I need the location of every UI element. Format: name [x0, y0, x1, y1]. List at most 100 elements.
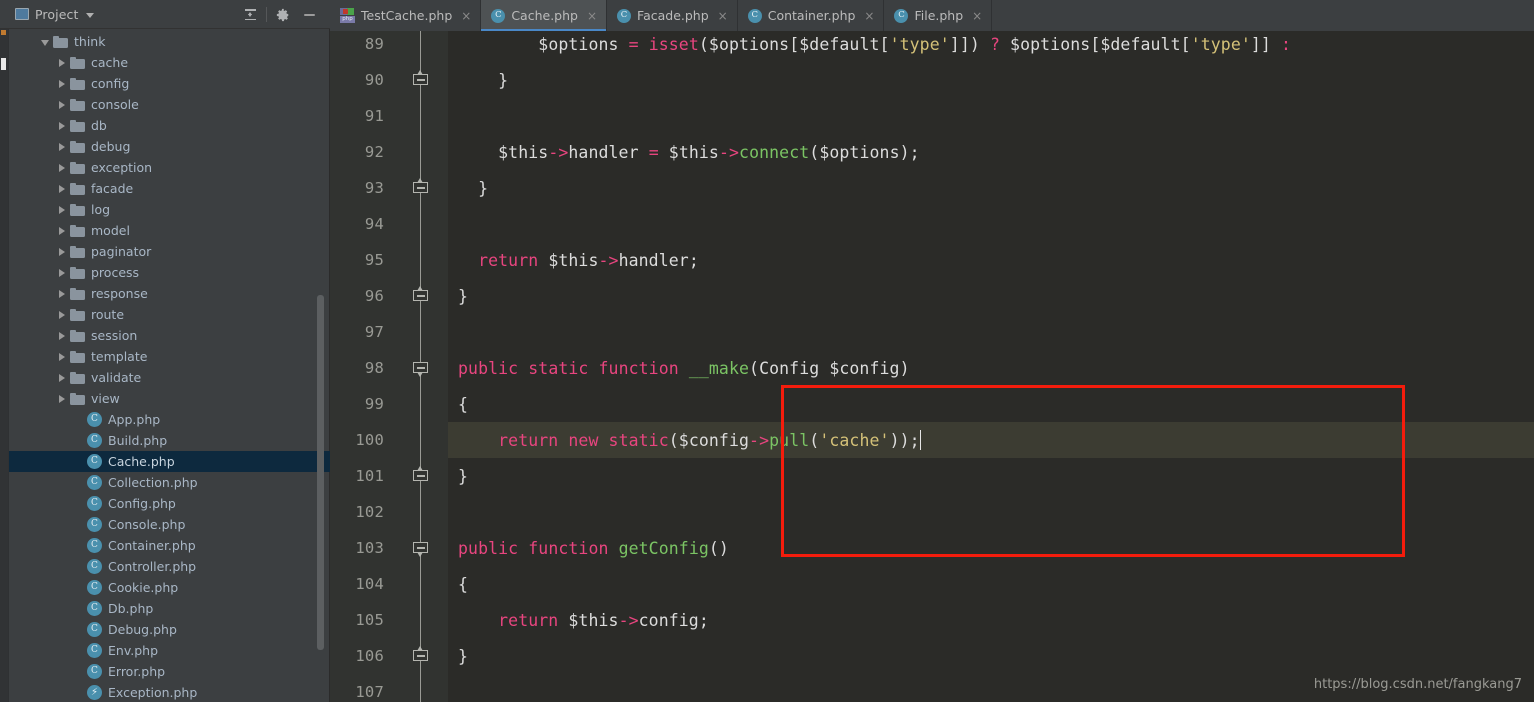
editor-tab-container-php[interactable]: C Container.php × — [738, 0, 885, 31]
expand-arrow-right-icon[interactable] — [54, 160, 70, 175]
code-editor[interactable]: 89 90 91 92 93 94 95 96 97 98 99 100 101 102 103 104 105… — [330, 31, 1534, 702]
tree-item-config-php[interactable]: C Config.php — [9, 493, 330, 514]
tree-item-collection-php[interactable]: C Collection.php — [9, 472, 330, 493]
tree-item-log[interactable]: log — [9, 199, 330, 220]
code-fold-toggle[interactable] — [413, 178, 428, 197]
code-line-103[interactable]: public function getConfig() — [448, 530, 1534, 566]
close-icon[interactable]: × — [718, 10, 728, 22]
expand-arrow-right-icon[interactable] — [54, 76, 70, 91]
close-icon[interactable]: × — [972, 10, 982, 22]
code-line-99[interactable]: { — [448, 386, 1534, 422]
expand-arrow-right-icon[interactable] — [54, 391, 70, 406]
editor-tab-cache-php[interactable]: C Cache.php × — [481, 0, 608, 31]
editor-tab-testcache-php[interactable]: php TestCache.php × — [330, 0, 482, 31]
tree-item-route[interactable]: route — [9, 304, 330, 325]
tree-item-controller-php[interactable]: C Controller.php — [9, 556, 330, 577]
code-fold-toggle[interactable] — [413, 646, 428, 665]
project-file-tree[interactable]: think cache config console db debug exception f… — [9, 29, 330, 702]
code-fold-toggle[interactable] — [413, 362, 428, 377]
expand-arrow-right-icon[interactable] — [54, 328, 70, 343]
code-line-102[interactable] — [448, 494, 1534, 530]
code-line-91[interactable] — [448, 98, 1534, 134]
tree-item-db[interactable]: db — [9, 115, 330, 136]
minimize-panel-button[interactable] — [296, 2, 322, 28]
editor-tab-facade-php[interactable]: C Facade.php × — [607, 0, 738, 31]
tree-item-debug[interactable]: debug — [9, 136, 330, 157]
code-line-93[interactable]: } — [448, 170, 1534, 206]
tree-item-build-php[interactable]: C Build.php — [9, 430, 330, 451]
tree-item-response[interactable]: response — [9, 283, 330, 304]
tree-item-cookie-php[interactable]: C Cookie.php — [9, 577, 330, 598]
tree-item-debug-php[interactable]: C Debug.php — [9, 619, 330, 640]
code-line-100[interactable]: return new static($config -> pull('cache')… — [448, 422, 1534, 458]
tree-item-view[interactable]: view — [9, 388, 330, 409]
code-line-92[interactable]: $this -> handler = $this -> connect($options… — [448, 134, 1534, 170]
expand-arrow-right-icon[interactable] — [54, 97, 70, 112]
code-token: $this — [498, 142, 549, 162]
tree-item-container-php[interactable]: C Container.php — [9, 535, 330, 556]
code-line-90[interactable]: } — [448, 62, 1534, 98]
code-line-96[interactable]: } — [448, 278, 1534, 314]
tree-item-process[interactable]: process — [9, 262, 330, 283]
tree-item-model[interactable]: model — [9, 220, 330, 241]
code-line-95[interactable]: return $this -> handler; — [448, 242, 1534, 278]
expand-arrow-down-icon[interactable] — [37, 34, 53, 49]
code-token: [ — [1090, 34, 1101, 54]
expand-arrow-right-icon[interactable] — [54, 55, 70, 70]
tree-item-cache[interactable]: cache — [9, 52, 330, 73]
tree-item-env-php[interactable]: C Env.php — [9, 640, 330, 661]
expand-arrow-right-icon[interactable] — [54, 139, 70, 154]
expand-arrow-right-icon[interactable] — [54, 118, 70, 133]
editor-gutter[interactable]: 89 90 91 92 93 94 95 96 97 98 99 100 101 102 103 104 105… — [330, 31, 448, 702]
code-fold-toggle[interactable] — [413, 286, 428, 305]
code-content[interactable]: $options = isset($options[$default['type… — [448, 31, 1534, 702]
code-line-101[interactable]: } — [448, 458, 1534, 494]
tree-item-exception[interactable]: exception — [9, 157, 330, 178]
close-icon[interactable]: × — [461, 10, 471, 22]
expand-arrow-right-icon[interactable] — [54, 286, 70, 301]
project-panel-scrollbar[interactable] — [317, 295, 324, 650]
editor-tab-file-php[interactable]: C File.php × — [884, 0, 993, 31]
code-line-104[interactable]: { — [448, 566, 1534, 602]
tree-item-db-php[interactable]: C Db.php — [9, 598, 330, 619]
collapse-all-button[interactable] — [237, 2, 263, 28]
code-fold-toggle[interactable] — [413, 70, 428, 89]
tree-item-validate[interactable]: validate — [9, 367, 330, 388]
close-icon[interactable]: × — [864, 10, 874, 22]
code-line-98[interactable]: public static function __make(Config $co… — [448, 350, 1534, 386]
tree-item-cache-php[interactable]: C Cache.php — [9, 451, 330, 472]
tree-item-app-php[interactable]: C App.php — [9, 409, 330, 430]
code-fold-toggle[interactable] — [413, 466, 428, 485]
expand-arrow-right-icon[interactable] — [54, 202, 70, 217]
expand-arrow-right-icon[interactable] — [54, 244, 70, 259]
code-line-105[interactable]: return $this -> config; — [448, 602, 1534, 638]
tree-item-config[interactable]: config — [9, 73, 330, 94]
code-line-94[interactable] — [448, 206, 1534, 242]
expand-arrow-right-icon[interactable] — [54, 349, 70, 364]
code-line-106[interactable]: } — [448, 638, 1534, 674]
expand-arrow-right-icon[interactable] — [54, 370, 70, 385]
code-line-89[interactable]: $options = isset($options[$default['type… — [448, 31, 1534, 62]
tree-item-error-php[interactable]: C Error.php — [9, 661, 330, 682]
project-title-group[interactable]: Project — [15, 7, 95, 22]
code-line-97[interactable] — [448, 314, 1534, 350]
settings-button[interactable] — [270, 2, 296, 28]
expand-arrow-right-icon[interactable] — [54, 307, 70, 322]
expand-arrow-right-icon[interactable] — [54, 265, 70, 280]
close-icon[interactable]: × — [587, 10, 597, 22]
tree-item-session[interactable]: session — [9, 325, 330, 346]
tree-item-console[interactable]: console — [9, 94, 330, 115]
tree-item-think[interactable]: think — [9, 31, 330, 52]
expand-arrow-right-icon[interactable] — [54, 223, 70, 238]
expand-arrow-right-icon[interactable] — [54, 181, 70, 196]
chevron-down-icon[interactable] — [86, 12, 95, 18]
code-fold-toggle[interactable] — [413, 542, 428, 557]
tree-item-label: Collection.php — [108, 475, 198, 490]
tree-item-paginator[interactable]: paginator — [9, 241, 330, 262]
tree-item-exception-php[interactable]: ⚡ Exception.php — [9, 682, 330, 702]
tree-item-template[interactable]: template — [9, 346, 330, 367]
tree-item-console-php[interactable]: C Console.php — [9, 514, 330, 535]
tree-item-facade[interactable]: facade — [9, 178, 330, 199]
code-token: $this — [548, 250, 599, 270]
